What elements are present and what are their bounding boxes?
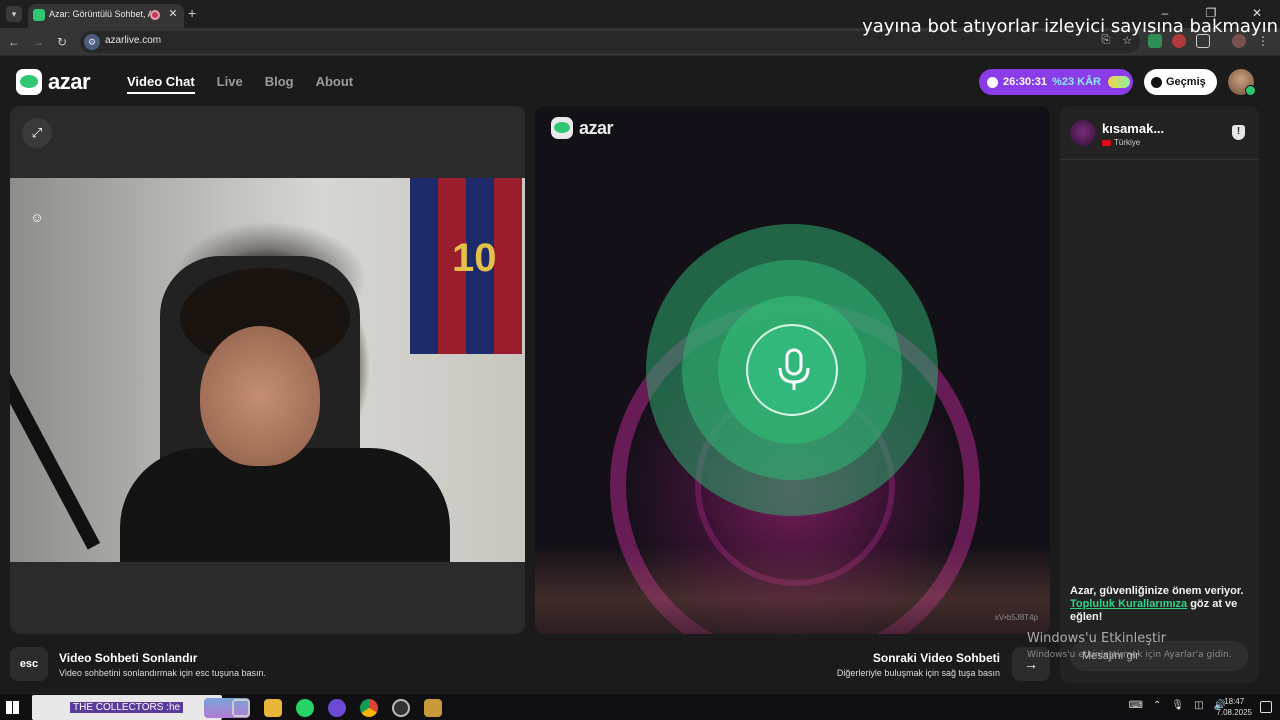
- main-nav: Video Chat Live Blog About: [127, 74, 353, 94]
- tab-close-icon[interactable]: ✕: [166, 7, 180, 21]
- partner-country: Türkiye: [1102, 138, 1140, 147]
- taskbar-apps: [232, 699, 442, 717]
- obs-icon[interactable]: [392, 699, 410, 717]
- system-tray: ⌨ ⌃ 🎙 ◫ 🔊: [1129, 700, 1226, 711]
- reload-icon[interactable]: ↻: [54, 34, 70, 50]
- nav-live[interactable]: Live: [217, 74, 243, 94]
- user-avatar[interactable]: [1228, 69, 1256, 96]
- turkey-flag-icon: [1102, 139, 1111, 146]
- nav-about[interactable]: About: [316, 74, 354, 94]
- tab-search-icon[interactable]: ▾: [6, 6, 22, 22]
- safety-notice: Azar, güvenliğinize önem veriyor. Toplul…: [1070, 585, 1244, 623]
- windows-activate-desc: Windows'u etkinleştirmek için Ayarlar'a …: [1027, 650, 1232, 660]
- azar-logo[interactable]: azar: [16, 69, 91, 95]
- gems-icon: [1107, 76, 1130, 88]
- next-chat-description: Diğerleriyle buluşmak için sağ tuşa bası…: [836, 668, 1000, 678]
- recording-icon: [150, 10, 160, 20]
- chrome-icon[interactable]: [360, 699, 378, 717]
- end-chat-esc-button[interactable]: esc: [10, 647, 48, 681]
- clock-icon: [987, 76, 998, 88]
- azar-page: azar Video Chat Live Blog About 26:30:31…: [0, 57, 1280, 693]
- promo-timer: 26:30:31: [1003, 76, 1048, 88]
- face-filter-icon[interactable]: ☺: [22, 203, 52, 233]
- new-tab-icon[interactable]: +: [188, 5, 196, 21]
- network-icon[interactable]: ◫: [1194, 700, 1203, 711]
- promo-timer-button[interactable]: 26:30:31 %23 KÂR: [979, 69, 1133, 95]
- community-guidelines-link[interactable]: Topluluk Kurallarımıza: [1070, 598, 1187, 610]
- whatsapp-icon[interactable]: [296, 699, 314, 717]
- report-shield-icon[interactable]: !: [1232, 125, 1245, 140]
- azar-logo-icon: [551, 117, 573, 139]
- url-text: azarlive.com: [105, 35, 162, 46]
- next-chat-title: Sonraki Video Sohbeti: [872, 651, 1000, 665]
- stranger-video-panel: azar xV•b5J8T4p: [535, 106, 1050, 634]
- task-view-icon[interactable]: [232, 699, 250, 717]
- stream-overlay-caption: yayına bot atıyorlar izleyici sayısına b…: [862, 16, 1278, 37]
- self-video-panel: ⤢ ✦ 10 ☺: [10, 106, 525, 634]
- azar-logo-icon: [16, 69, 42, 95]
- voice-mode-mic: [746, 324, 838, 416]
- chat-header: kısamak... Türkiye !: [1060, 106, 1259, 160]
- keyboard-icon[interactable]: ⌨: [1129, 700, 1143, 711]
- taskbar-search[interactable]: THE COLLECTORS :he: [32, 695, 250, 720]
- promo-discount: %23 KÂR: [1052, 76, 1101, 88]
- nav-video-chat[interactable]: Video Chat: [127, 74, 195, 94]
- session-id: xV•b5J8T4p: [994, 613, 1038, 622]
- partner-avatar[interactable]: [1070, 120, 1096, 146]
- mic-tray-icon[interactable]: 🎙: [1171, 700, 1184, 711]
- logo-text: azar: [48, 69, 91, 94]
- end-chat-description: Video sohbetini sonlandırmak için esc tu…: [59, 668, 266, 678]
- back-icon[interactable]: ←: [6, 34, 22, 50]
- notifications-icon[interactable]: [1260, 701, 1272, 713]
- stranger-logo-text: azar: [579, 117, 614, 138]
- windows-start-icon[interactable]: [6, 701, 19, 714]
- site-info-icon[interactable]: ⚙: [84, 34, 100, 50]
- search-text: THE COLLECTORS :he: [70, 702, 184, 713]
- discord-icon[interactable]: [328, 699, 346, 717]
- self-camera-feed: 10: [10, 178, 525, 562]
- history-button[interactable]: Geçmiş: [1144, 69, 1217, 95]
- forward-icon[interactable]: →: [30, 34, 46, 50]
- windows-taskbar: THE COLLECTORS :he ⌨ ⌃ 🎙 ◫ 🔊 18:47 7.08.…: [0, 693, 1280, 720]
- game-launcher-icon[interactable]: [424, 699, 442, 717]
- windows-activate-title: Windows'u Etkinleştir: [1027, 631, 1167, 646]
- partner-name[interactable]: kısamak...: [1102, 121, 1164, 136]
- microphone-icon: [778, 348, 810, 390]
- chat-panel: kısamak... Türkiye ! Azar, güvenliğinize…: [1060, 106, 1259, 683]
- end-chat-title: Video Sohbeti Sonlandır: [59, 651, 198, 665]
- history-icon: [1151, 76, 1162, 88]
- browser-tab[interactable]: Azar: Görüntülü Sohbet, Ar ✕: [28, 4, 184, 28]
- stranger-azar-logo: azar: [551, 117, 614, 139]
- nav-blog[interactable]: Blog: [265, 74, 294, 94]
- system-clock[interactable]: 18:47 7.08.2025: [1216, 696, 1252, 718]
- azar-favicon-icon: [33, 9, 45, 21]
- expand-icon[interactable]: ⤢: [22, 118, 52, 148]
- history-label: Geçmiş: [1166, 76, 1206, 88]
- tab-title: Azar: Görüntülü Sohbet, Ar: [49, 9, 151, 19]
- tray-chevron-icon[interactable]: ⌃: [1153, 700, 1161, 711]
- file-explorer-icon[interactable]: [264, 699, 282, 717]
